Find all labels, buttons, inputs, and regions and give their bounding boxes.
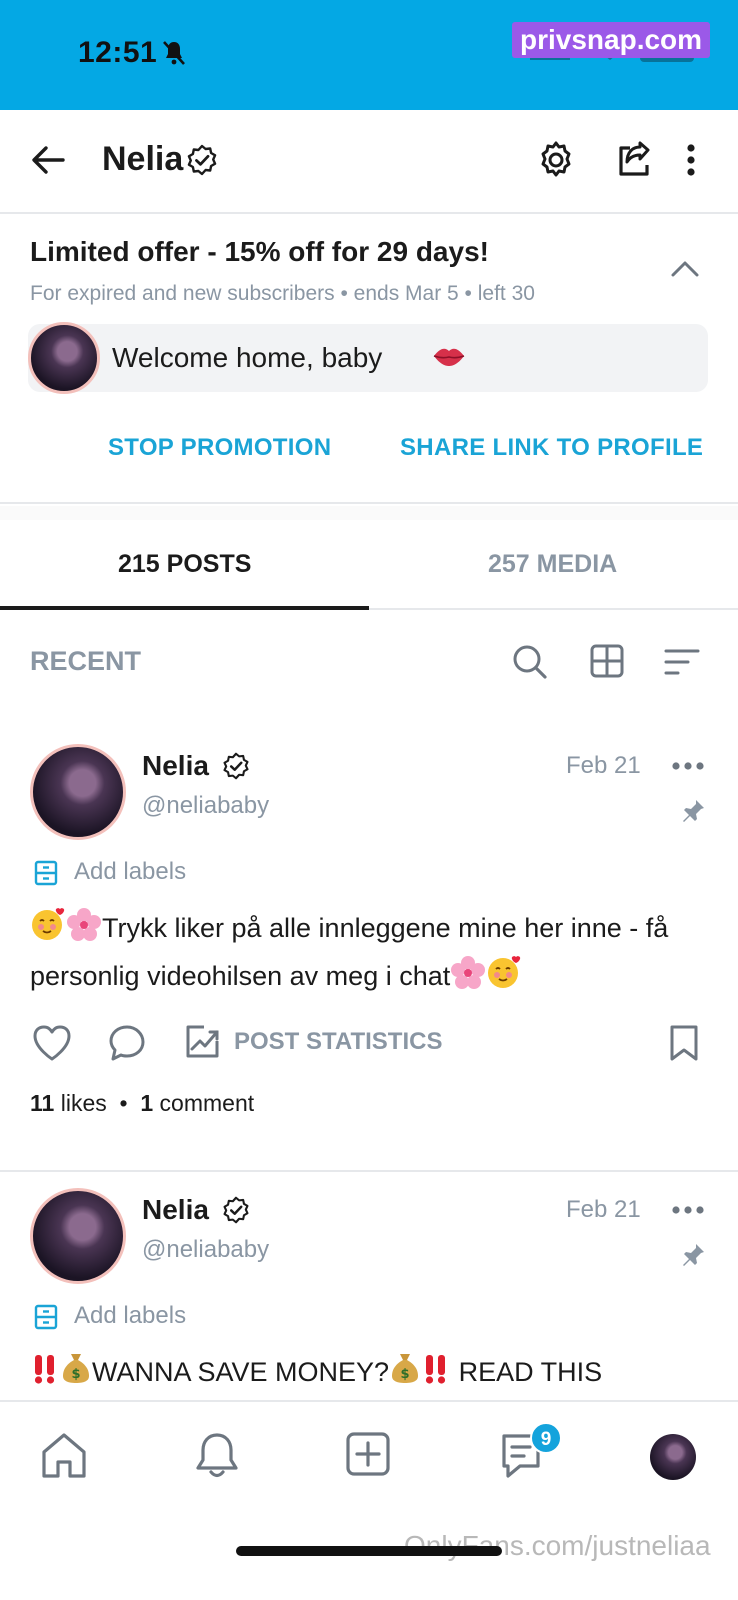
post-text-main: WANNA SAVE MONEY? <box>92 1357 390 1387</box>
post-author[interactable]: Nelia <box>142 1194 209 1226</box>
avatar <box>28 322 100 394</box>
active-tab-indicator <box>0 606 369 610</box>
tab-posts[interactable]: 215 POSTS <box>118 550 251 579</box>
back-arrow-icon[interactable] <box>30 142 66 183</box>
double-exclamation-icon <box>30 1353 60 1398</box>
unread-messages-badge: 9 <box>530 1422 562 1454</box>
profile-header: Nelia <box>0 110 738 214</box>
money-bag-icon: $ <box>389 1351 421 1398</box>
post-engagement[interactable]: 11 likes • 1 comment <box>30 1090 254 1117</box>
status-time: 12:51 <box>78 36 158 69</box>
promotion-card: Limited offer - 15% off for 29 days! For… <box>0 214 738 504</box>
welcome-text: Welcome home, baby <box>112 342 383 373</box>
welcome-message: Welcome home, baby <box>28 322 708 394</box>
bell-muted-icon <box>162 40 186 71</box>
stop-promotion-button[interactable]: STOP PROMOTION <box>108 434 331 462</box>
pin-icon[interactable] <box>680 1242 706 1273</box>
post-author[interactable]: Nelia <box>142 750 209 782</box>
feed-toolbar: RECENT <box>0 612 738 708</box>
post-handle[interactable]: @neliababy <box>142 1236 269 1264</box>
add-post-icon[interactable] <box>344 1430 392 1483</box>
share-link-button[interactable]: SHARE LINK TO PROFILE <box>400 434 703 462</box>
share-icon[interactable] <box>614 140 654 185</box>
more-vertical-icon[interactable] <box>686 144 696 181</box>
section-divider <box>0 506 738 520</box>
money-bag-icon: $ <box>60 1351 92 1398</box>
add-labels-text: Add labels <box>74 1302 187 1329</box>
bookmark-icon[interactable] <box>668 1024 700 1067</box>
cherry-blossom-emoji-icon <box>450 955 486 1002</box>
verified-badge-icon <box>222 752 250 785</box>
watermark-privsnap: privsnap.com <box>512 22 711 58</box>
chevron-up-icon[interactable] <box>670 258 700 283</box>
svg-text:$: $ <box>71 1367 80 1382</box>
heart-icon[interactable] <box>32 1024 72 1067</box>
add-labels-text: Add labels <box>74 858 187 885</box>
svg-text:$: $ <box>401 1367 410 1382</box>
bottom-navigation: 9 OnlyFans.com/justneliaa <box>0 1400 738 1600</box>
gear-icon[interactable] <box>536 140 576 185</box>
grid-view-icon[interactable] <box>590 644 624 683</box>
profile-tabs: 215 POSTS 257 MEDIA <box>0 520 738 610</box>
more-horizontal-icon[interactable] <box>672 1202 704 1220</box>
sort-icon[interactable] <box>664 648 700 681</box>
avatar[interactable] <box>30 1188 126 1284</box>
tab-media[interactable]: 257 MEDIA <box>488 550 617 579</box>
home-icon[interactable] <box>38 1430 90 1485</box>
cherry-blossom-emoji-icon <box>66 907 102 954</box>
double-exclamation-icon <box>421 1353 451 1398</box>
recent-sort-label[interactable]: RECENT <box>30 646 141 677</box>
more-horizontal-icon[interactable] <box>672 758 704 776</box>
likes-word: likes <box>60 1090 107 1116</box>
post-text-main: Trykk liker på alle innleggene mine her … <box>30 913 669 991</box>
post-handle[interactable]: @neliababy <box>142 792 269 820</box>
labels-icon <box>34 1304 58 1335</box>
statistics-icon[interactable] <box>184 1024 222 1065</box>
labels-icon <box>34 860 58 891</box>
page-title: Nelia <box>102 140 184 178</box>
bell-icon[interactable] <box>192 1430 242 1487</box>
comment-icon[interactable] <box>108 1024 146 1067</box>
search-icon[interactable] <box>512 644 548 685</box>
lips-emoji-icon <box>432 344 466 373</box>
post-text: Trykk liker på alle innleggene mine her … <box>30 906 710 1002</box>
profile-avatar[interactable] <box>650 1434 696 1480</box>
comments-word: comment <box>159 1090 255 1116</box>
promo-title: Limited offer - 15% off for 29 days! <box>30 236 489 267</box>
status-bar: 12:51 privsnap.com <box>0 0 738 110</box>
post-text-tail: READ THIS <box>458 1357 603 1387</box>
post-statistics-button[interactable]: POST STATISTICS <box>234 1028 442 1056</box>
pin-icon[interactable] <box>680 798 706 829</box>
home-indicator[interactable] <box>236 1546 502 1556</box>
post-date: Feb 21 <box>566 752 641 779</box>
post-card: Nelia @neliababy Feb 21 Add labels Trykk… <box>0 730 738 1172</box>
post-date: Feb 21 <box>566 1196 641 1223</box>
post-actions: POST STATISTICS <box>0 1020 738 1070</box>
post-text: $ WANNA SAVE MONEY? $ READ THIS <box>30 1350 710 1398</box>
verified-badge-icon <box>222 1196 250 1229</box>
comments-count: 1 <box>140 1090 154 1116</box>
avatar[interactable] <box>30 744 126 840</box>
verified-badge-icon <box>186 144 218 181</box>
likes-count: 11 <box>30 1090 55 1116</box>
smiling-hearts-emoji-icon <box>486 955 522 1002</box>
promo-subtitle: For expired and new subscribers • ends M… <box>30 282 535 305</box>
smiling-hearts-emoji-icon <box>30 907 66 954</box>
